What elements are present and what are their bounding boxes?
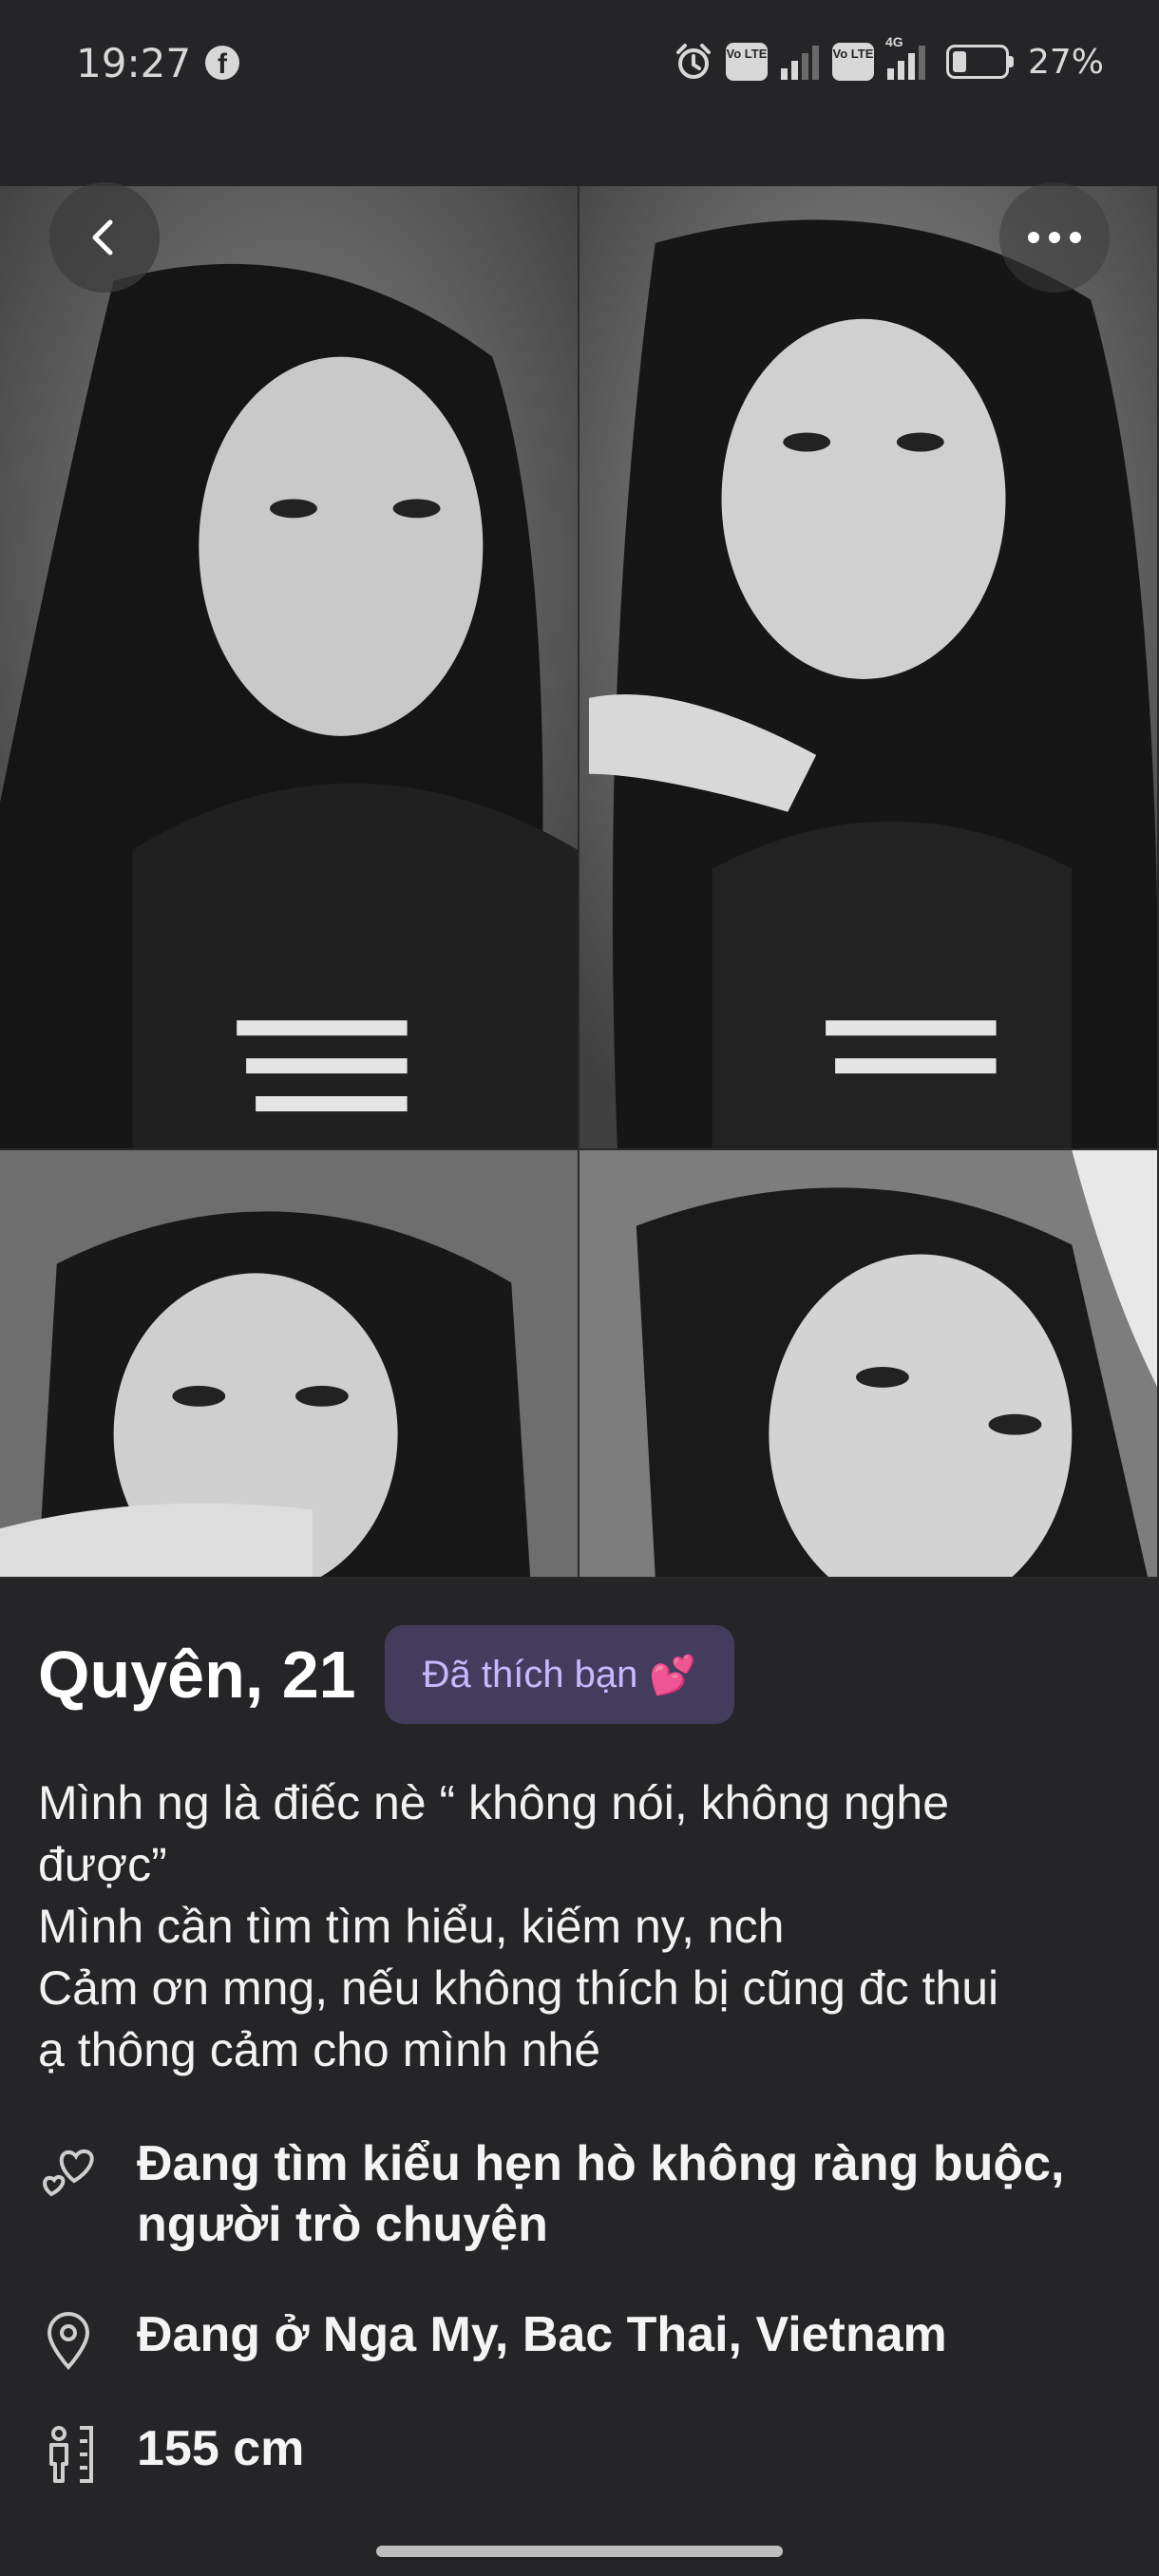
photo-4-image	[580, 1150, 1157, 1577]
profile-photo-1[interactable]	[0, 186, 580, 1150]
detail-line: Đang tìm kiểu hẹn hò không ràng buộc,	[137, 2136, 1065, 2191]
hearts-icon	[43, 2149, 94, 2197]
two-hearts-icon: 💕	[649, 1654, 697, 1696]
detail-line: Đang ở Nga My, Bac Thai, Vietnam	[137, 2307, 947, 2362]
alarm-icon	[675, 44, 711, 79]
bio-line: được”	[38, 1838, 167, 1891]
liked-badge-label: Đã thích bạn	[422, 1653, 638, 1695]
bio-line: Mình ng là điếc nè “ không nói, không ng…	[38, 1776, 950, 1829]
profile-photo-3[interactable]	[0, 1150, 580, 1579]
signal-4g-icon: 4G	[885, 34, 925, 80]
chevron-left-icon	[92, 219, 113, 256]
liked-you-badge: Đã thích bạn 💕	[384, 1625, 735, 1724]
profile-photo-4[interactable]	[580, 1150, 1159, 1579]
more-dots-icon	[1028, 232, 1081, 243]
status-bar: 19:27 f Vo LTE Vo LTE 4G 27%	[0, 0, 1159, 186]
signal-icon	[780, 44, 819, 80]
battery-icon	[945, 45, 1014, 79]
detail-line: 155 cm	[137, 2421, 305, 2476]
battery-percent: 27%	[1027, 42, 1104, 82]
back-button[interactable]	[49, 182, 160, 293]
height-icon	[49, 2426, 93, 2483]
bio-line: Mình cần tìm tìm hiểu, kiếm ny, nch	[38, 1900, 785, 1953]
volte-icon-2: Vo LTE	[831, 43, 874, 81]
profile-header: Quyên, 21 Đã thích bạn 💕	[38, 1622, 735, 1727]
more-options-button[interactable]	[999, 182, 1110, 293]
status-icons: Vo LTE Vo LTE 4G 27%	[674, 34, 1104, 85]
photo-3-image	[0, 1150, 578, 1577]
facebook-icon: f	[205, 46, 239, 80]
profile-name-age: Quyên, 21	[38, 1638, 356, 1712]
photo-1-image	[0, 186, 578, 1148]
volte-icon: Vo LTE	[725, 43, 768, 81]
detail-height: 155 cm	[38, 2418, 304, 2485]
photo-2-image	[580, 186, 1157, 1148]
photo-gallery[interactable]	[0, 186, 1159, 1579]
detail-looking-for: Đang tìm kiểu hẹn hò không ràng buộc, ng…	[38, 2133, 1064, 2255]
profile-bio: Mình ng là điếc nè “ không nói, không ng…	[38, 1772, 1130, 2081]
detail-line: người trò chuyện	[137, 2197, 548, 2252]
detail-location: Đang ở Nga My, Bac Thai, Vietnam	[38, 2304, 947, 2371]
location-pin-icon	[47, 2312, 90, 2370]
network-type: 4G	[884, 34, 903, 49]
bio-line: Cảm ơn mng, nếu không thích bị cũng đc t…	[38, 1961, 999, 2015]
status-time: 19:27	[76, 40, 192, 86]
profile-photo-2[interactable]	[580, 186, 1159, 1150]
bio-line: ạ thông cảm cho mình nhé	[38, 2023, 601, 2076]
home-indicator[interactable]	[376, 2546, 783, 2557]
